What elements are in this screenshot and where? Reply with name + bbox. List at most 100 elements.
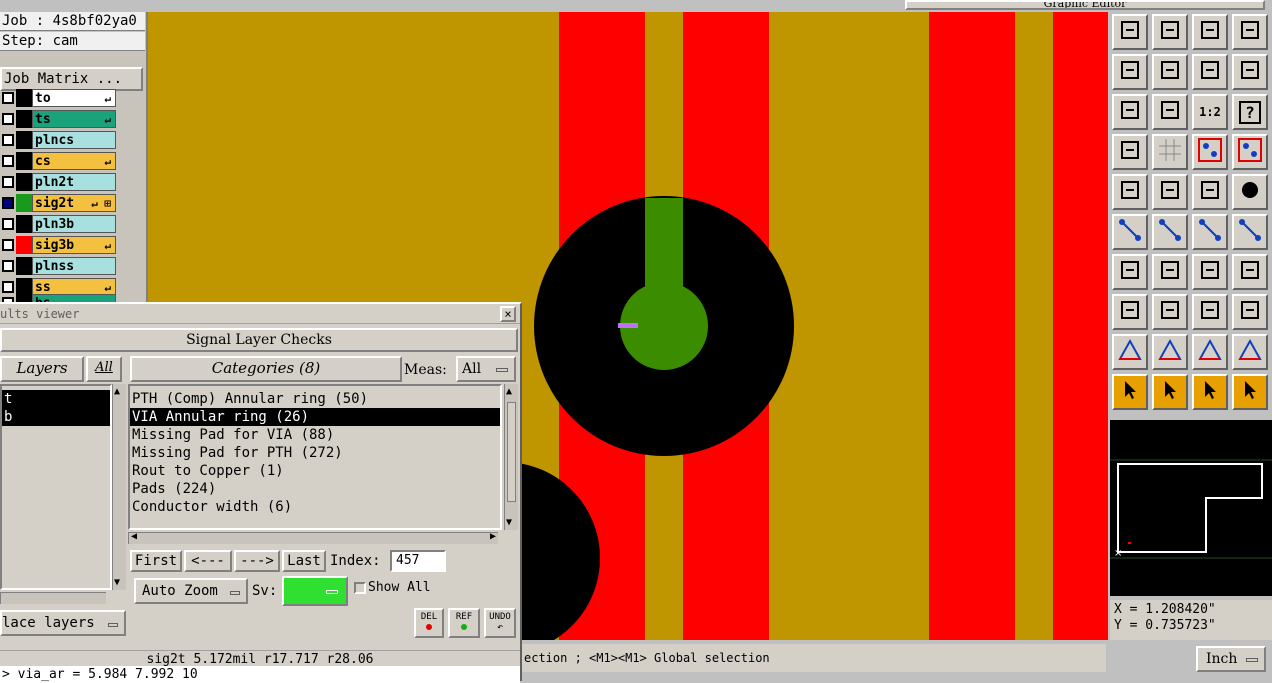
category-item[interactable]: Missing Pad for VIA (88) <box>130 426 500 444</box>
layer-checkbox[interactable] <box>2 113 14 125</box>
shape-tool-button[interactable] <box>1152 174 1188 210</box>
layer-row[interactable]: plncs <box>0 131 118 149</box>
load-layer-tool-button[interactable] <box>1112 14 1148 50</box>
help-tool-button[interactable]: ? <box>1232 94 1268 130</box>
command-line[interactable]: > via_ar = 5.984 7.992 10 <box>0 666 520 683</box>
category-item[interactable]: Pads (224) <box>130 480 500 498</box>
category-list[interactable]: PTH (Comp) Annular ring (50) VIA Annular … <box>128 384 502 530</box>
arch-tool-button[interactable] <box>1192 334 1228 370</box>
snap-blue-tool-button[interactable] <box>1232 134 1268 170</box>
result-layer-item[interactable]: b <box>2 408 110 426</box>
ref-button[interactable]: REF <box>448 608 480 638</box>
layer-checkbox[interactable] <box>2 134 14 146</box>
layer-row[interactable]: pln2t <box>0 173 118 191</box>
layer-name-plncs[interactable]: plncs <box>32 131 116 149</box>
rotate-tool-button[interactable] <box>1192 54 1228 90</box>
layer-name-pln3b[interactable]: pln3b <box>32 215 116 233</box>
cluster-tool-button[interactable] <box>1232 294 1268 330</box>
layer-name-plnss[interactable]: plnss <box>32 257 116 275</box>
layer-row[interactable]: to ↵ <box>0 89 118 107</box>
arch-up-tool-button[interactable] <box>1232 334 1268 370</box>
layer-row[interactable]: ts ↵ <box>0 110 118 128</box>
scroll-right-icon[interactable]: ▶ <box>490 531 496 542</box>
category-scrollbar[interactable]: ▲ ▼ <box>504 384 518 530</box>
layer-name-ts[interactable]: ts ↵ <box>32 110 116 128</box>
ruler-tool-button[interactable] <box>1192 174 1228 210</box>
layer-checkbox[interactable] <box>2 92 14 104</box>
circle-fill-tool-button[interactable] <box>1232 174 1268 210</box>
overview-map[interactable]: × <box>1110 420 1272 596</box>
layer-row[interactable]: sig2t ↵ ⊞ <box>0 194 118 212</box>
split-tool-button[interactable] <box>1232 254 1268 290</box>
category-item[interactable]: Rout to Copper (1) <box>130 462 500 480</box>
layer-checkbox[interactable] <box>2 155 14 167</box>
select-net-tool-button[interactable] <box>1232 374 1268 410</box>
cross-node-tool-button[interactable] <box>1152 214 1188 250</box>
line-blue-tool-button[interactable] <box>1152 294 1188 330</box>
select-arrow-tool-button[interactable] <box>1112 374 1148 410</box>
layer-row[interactable]: sig3b ↵ <box>0 236 118 254</box>
meas-select[interactable]: All <box>456 356 516 382</box>
triangle-up-tool-button[interactable] <box>1152 334 1188 370</box>
prev-button[interactable]: <--- <box>184 550 232 572</box>
save-layer-tool-button[interactable] <box>1152 14 1188 50</box>
layer-row[interactable]: plnss <box>0 257 118 275</box>
pad-red-tool-button[interactable] <box>1112 294 1148 330</box>
categories-header[interactable]: Categories (8) <box>130 356 402 382</box>
arrow-node-red-tool-button[interactable] <box>1232 214 1268 250</box>
layer-name-to[interactable]: to ↵ <box>32 89 116 107</box>
auto-zoom-select[interactable]: Auto Zoom <box>134 578 248 604</box>
layer-row[interactable]: cs ↵ <box>0 152 118 170</box>
scroll-down-icon[interactable]: ▼ <box>114 577 120 588</box>
home-tool-button[interactable] <box>1192 14 1228 50</box>
layer-checkbox[interactable] <box>2 281 14 293</box>
layer-row[interactable]: pln3b <box>0 215 118 233</box>
last-button[interactable]: Last <box>282 550 326 572</box>
select-circle-tool-button[interactable] <box>1192 374 1228 410</box>
layer-name-pln2t[interactable]: pln2t <box>32 173 116 191</box>
layers-header[interactable]: Layers <box>0 356 84 382</box>
scroll-thumb[interactable] <box>507 402 516 502</box>
layer-checkbox[interactable] <box>2 218 14 230</box>
layer-list-scrollbar[interactable]: ▲ ▼ <box>112 384 126 590</box>
show-all-checkbox[interactable] <box>354 582 366 594</box>
category-item[interactable]: PTH (Comp) Annular ring (50) <box>130 390 500 408</box>
s-curve-tool-button[interactable] <box>1232 54 1268 90</box>
layer-list-hscrollbar[interactable] <box>0 592 106 604</box>
category-item[interactable]: Missing Pad for PTH (272) <box>130 444 500 462</box>
undo-button[interactable]: UNDO ↶ <box>484 608 516 638</box>
layer-name-cs[interactable]: cs ↵ <box>32 152 116 170</box>
angle-tool-button[interactable] <box>1112 254 1148 290</box>
node-connect-tool-button[interactable] <box>1112 214 1148 250</box>
replace-layers-select[interactable]: lace layers <box>0 610 126 636</box>
move-right-tool-button[interactable] <box>1152 54 1188 90</box>
layer-name-sig2t[interactable]: sig2t ↵ ⊞ <box>32 194 116 212</box>
pad-select-tool-button[interactable] <box>1112 174 1148 210</box>
delete-button[interactable]: DEL <box>414 608 444 638</box>
result-layer-item[interactable]: t <box>2 390 110 408</box>
scroll-down-icon[interactable]: ▼ <box>506 517 512 528</box>
category-item[interactable]: VIA Annular ring (26) <box>130 408 500 426</box>
layer-name-sig3b[interactable]: sig3b ↵ <box>32 236 116 254</box>
unit-select[interactable]: Inch <box>1196 646 1266 672</box>
job-matrix-button[interactable]: Job Matrix ... <box>0 67 143 91</box>
scroll-left-icon[interactable]: ◀ <box>131 531 137 542</box>
route-tool-button[interactable] <box>1192 294 1228 330</box>
layer-checkbox[interactable] <box>2 239 14 251</box>
scroll-up-icon[interactable]: ▲ <box>114 386 120 397</box>
layers-all-button[interactable]: All <box>86 356 122 382</box>
result-layer-list[interactable]: tb <box>0 384 112 590</box>
sv-color-select[interactable] <box>282 576 348 606</box>
category-item[interactable]: Conductor width (6) <box>130 498 500 516</box>
category-hscrollbar[interactable]: ◀ ▶ <box>128 531 498 544</box>
zoom-center-tool-button[interactable] <box>1152 94 1188 130</box>
first-button[interactable]: First <box>130 550 182 572</box>
zoom-fit-tool-button[interactable] <box>1112 94 1148 130</box>
ratio-tool-button[interactable]: 1:2 <box>1192 94 1228 130</box>
next-button[interactable]: ---> <box>234 550 280 572</box>
layer-checkbox[interactable] <box>2 260 14 272</box>
move-left-tool-button[interactable] <box>1112 54 1148 90</box>
scroll-up-icon[interactable]: ▲ <box>506 386 512 397</box>
line-edit-tool-button[interactable] <box>1152 254 1188 290</box>
arc-tool-button[interactable] <box>1192 254 1228 290</box>
